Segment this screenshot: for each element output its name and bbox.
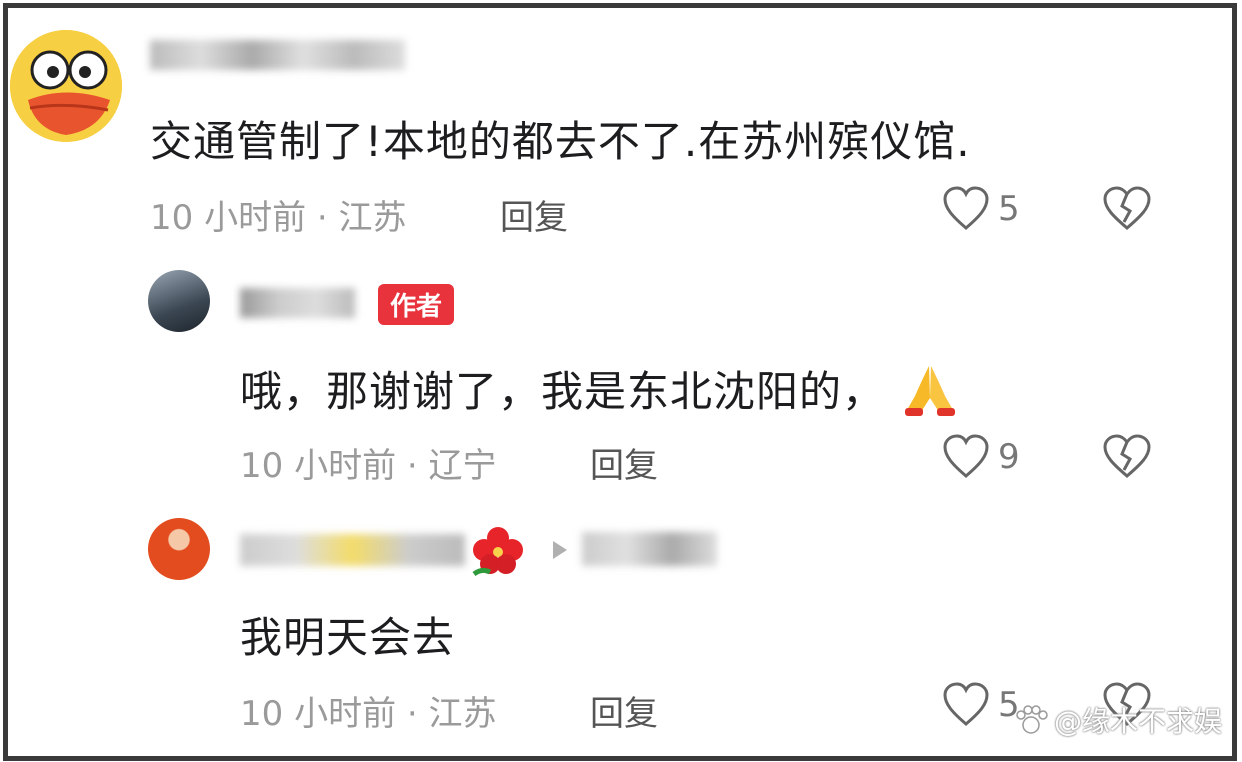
author-badge: 作者 <box>378 284 455 325</box>
hibiscus-emoji <box>470 524 526 582</box>
reply-target-redacted[interactable] <box>582 532 717 566</box>
paw-logo-icon <box>1016 705 1048 734</box>
username-redacted[interactable] <box>240 288 355 318</box>
comment-text: 我明天会去 <box>240 613 456 662</box>
avatar[interactable] <box>148 270 210 332</box>
reply-button[interactable]: 回复 <box>590 686 658 735</box>
dislike-button[interactable] <box>1102 186 1152 236</box>
avatar[interactable] <box>148 518 210 580</box>
broken-heart-icon <box>1103 186 1151 230</box>
like-button[interactable]: 9 <box>942 434 1020 480</box>
comment-text-content: 哦，那谢谢了，我是东北沈阳的， <box>240 367 886 416</box>
comment-meta: 10 小时前 · 江苏 <box>240 694 497 734</box>
comment-text: 交通管制了!本地的都去不了.在苏州殡仪馆. <box>150 117 971 166</box>
avatar[interactable] <box>10 30 122 142</box>
pray-emoji <box>899 362 961 428</box>
like-count: 9 <box>998 437 1020 477</box>
comment-meta: 10 小时前 · 辽宁 <box>240 446 497 486</box>
like-button[interactable]: 5 <box>942 682 1020 728</box>
like-button[interactable]: 5 <box>942 186 1020 232</box>
avatar-duck-icon <box>10 30 122 142</box>
watermark-text: @缘木不求娱 <box>1053 705 1222 738</box>
username-redacted[interactable] <box>240 534 465 566</box>
username-redacted[interactable] <box>150 40 405 70</box>
heart-icon <box>943 682 989 726</box>
heart-icon <box>943 434 989 478</box>
watermark: @缘木不求娱 <box>1014 700 1222 740</box>
reply-button[interactable]: 回复 <box>590 438 658 487</box>
reply-button[interactable]: 回复 <box>500 190 568 239</box>
dislike-button[interactable] <box>1102 434 1152 484</box>
broken-heart-icon <box>1103 434 1151 478</box>
heart-icon <box>943 186 989 230</box>
play-arrow-icon <box>553 541 567 559</box>
like-count: 5 <box>998 189 1020 229</box>
comment-text: 哦，那谢谢了，我是东北沈阳的， <box>240 358 961 428</box>
comment-meta: 10 小时前 · 江苏 <box>150 198 407 238</box>
